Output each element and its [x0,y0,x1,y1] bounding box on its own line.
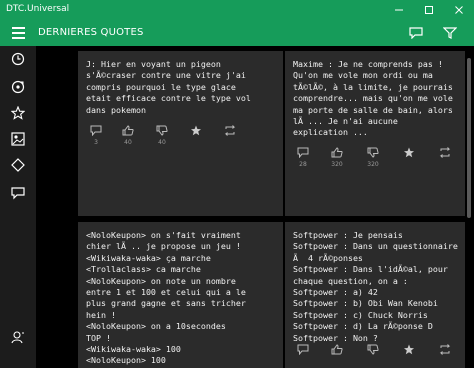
like-count: 320 [331,161,343,168]
quote-actions: 28 320 320 [293,147,474,173]
minimize-button[interactable] [384,0,414,20]
minimize-icon [395,9,403,11]
sidebar-item-latest[interactable] [0,46,36,72]
quote-actions [293,344,474,368]
dislike-count: 320 [367,161,379,168]
comment-header-button[interactable] [402,20,430,46]
thumbs-up-icon [331,344,343,355]
comment-button[interactable] [293,344,313,355]
quote-card[interactable]: J: Hier en voyant un pigeon s'Ã©craser c… [78,51,283,216]
thumbs-down-icon [156,125,168,136]
app-title: DTC.Universal [6,4,70,14]
maximize-button[interactable] [414,0,444,20]
star-icon [191,125,201,136]
quote-text: Softpower : Je pensais Softpower : Dans … [293,230,458,343]
dislike-count: 40 [158,139,166,146]
page-title: DERNIERES QUOTES [38,27,144,38]
close-icon [455,6,463,14]
comment-button[interactable]: 3 [86,125,106,146]
sidebar-item-account[interactable] [0,324,36,350]
sidebar-item-comments[interactable] [0,180,36,206]
hamburger-menu-icon [11,27,25,29]
sidebar [0,46,36,368]
quote-text: Maxime : Je ne comprends pas ! Qu'on me … [293,59,453,138]
diamond-icon [11,158,25,172]
sidebar-item-random[interactable] [0,74,36,100]
hamburger-menu-button[interactable] [0,20,36,46]
comment-icon [11,187,25,200]
star-icon [404,344,414,355]
star-icon [404,147,414,158]
favorite-button[interactable] [186,125,206,136]
quote-text: J: Hier en voyant un pigeon s'Ã©craser c… [86,59,251,115]
scrollbar-thumb[interactable] [467,58,471,218]
dislike-button[interactable]: 40 [152,125,172,146]
comment-count: 28 [299,161,307,168]
share-button[interactable] [220,125,240,136]
comment-count: 3 [94,139,98,146]
filter-icon [443,27,457,39]
quotes-list: J: Hier en voyant un pigeon s'Ã©craser c… [36,46,474,368]
like-button[interactable]: 320 [327,147,347,168]
title-bar: DTC.Universal [0,0,474,20]
thumbs-down-icon [367,344,379,355]
thumbs-down-icon [367,147,379,158]
sidebar-item-top[interactable] [0,152,36,178]
share-icon [439,147,451,158]
sidebar-item-favorites[interactable] [0,100,36,126]
share-button[interactable] [435,344,455,355]
quote-card[interactable]: <NoloKeupon> on s'fait vraiment chier lÃ… [78,222,283,368]
share-icon [224,125,236,136]
maximize-icon [425,6,433,14]
app-header: DERNIERES QUOTES [0,20,474,46]
comment-icon [90,125,102,136]
favorite-button[interactable] [399,344,419,355]
thumbs-up-icon [122,125,134,136]
favorite-button[interactable] [399,147,419,158]
comment-icon [409,27,423,39]
close-button[interactable] [444,0,474,20]
filter-header-button[interactable] [436,20,464,46]
quote-text: <NoloKeupon> on s'fait vraiment chier lÃ… [86,230,246,368]
share-button[interactable] [435,147,455,158]
dislike-button[interactable] [363,344,383,355]
like-count: 40 [124,139,132,146]
dislike-button[interactable]: 320 [363,147,383,168]
quote-card[interactable]: Maxime : Je ne comprends pas ! Qu'on me … [285,51,474,216]
account-icon [11,331,24,344]
star-icon [11,106,25,120]
like-button[interactable] [327,344,347,355]
comment-button[interactable]: 28 [293,147,313,168]
random-icon [11,80,25,94]
quote-card[interactable]: Softpower : Je pensais Softpower : Dans … [285,222,474,368]
like-button[interactable]: 40 [118,125,138,146]
quote-actions: 3 40 40 [86,125,275,151]
comment-icon [297,147,309,158]
sidebar-item-images[interactable] [0,126,36,152]
thumbs-up-icon [331,147,343,158]
share-icon [439,344,451,355]
comment-icon [297,344,309,355]
clock-icon [11,52,25,66]
image-icon [11,132,25,146]
